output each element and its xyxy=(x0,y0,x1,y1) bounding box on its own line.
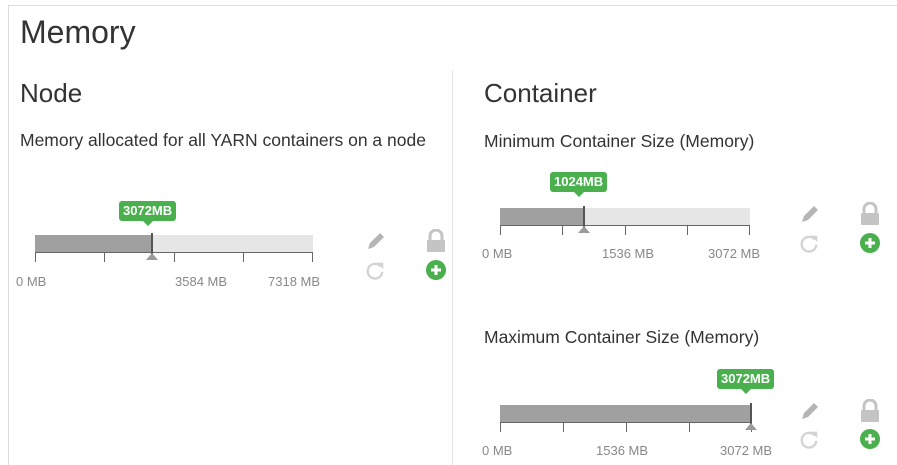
slider-handle[interactable] xyxy=(583,206,585,227)
plus-circle-icon[interactable] xyxy=(425,259,447,281)
node-section-title: Node xyxy=(20,78,83,108)
max-container-label: Maximum Container Size (Memory) xyxy=(484,327,760,347)
slider-value-badge: 3072MB xyxy=(119,201,177,226)
slider-pointer xyxy=(578,226,590,233)
slider-tick xyxy=(104,252,105,262)
refresh-icon[interactable] xyxy=(798,232,820,254)
slider-tick xyxy=(625,225,626,235)
tick-label-min: 0 MB xyxy=(482,246,513,261)
slider-tick xyxy=(563,422,564,432)
container-section-title: Container xyxy=(484,78,597,108)
tick-label-mid: 1536 MB xyxy=(602,246,655,261)
slider-value-badge: 1024MB xyxy=(550,172,608,197)
slider-tick xyxy=(35,252,36,262)
slider-tick xyxy=(689,422,690,432)
slider-tick xyxy=(174,252,175,262)
tick-label-min: 0 MB xyxy=(482,443,513,458)
pencil-icon[interactable] xyxy=(798,399,822,423)
column-divider xyxy=(452,70,453,465)
slider-tick xyxy=(749,225,750,235)
tick-label-max: 3072 MB xyxy=(708,246,761,261)
refresh-icon[interactable] xyxy=(364,259,386,281)
tick-label-mid: 1536 MB xyxy=(596,443,649,458)
tick-label-max: 7318 MB xyxy=(268,274,321,289)
tick-label-mid: 3584 MB xyxy=(175,274,228,289)
slider-fill xyxy=(500,208,584,225)
slider-tick xyxy=(243,252,244,262)
slider-tick xyxy=(312,252,313,262)
lock-icon[interactable] xyxy=(859,399,881,423)
pencil-icon[interactable] xyxy=(364,229,388,253)
node-description: Memory allocated for all YARN containers… xyxy=(20,130,426,150)
slider-tick xyxy=(500,422,501,432)
tick-label-min: 0 MB xyxy=(16,274,47,289)
slider-tick xyxy=(626,422,627,432)
slider-pointer xyxy=(745,423,757,430)
tick-label-max: 3072 MB xyxy=(720,443,773,458)
refresh-icon[interactable] xyxy=(798,428,820,450)
slider-tick xyxy=(562,225,563,235)
slider-pointer xyxy=(146,253,158,260)
slider-value-badge: 3072MB xyxy=(717,369,775,394)
plus-circle-icon[interactable] xyxy=(859,232,881,254)
slider-fill xyxy=(35,235,152,252)
slider-tick xyxy=(500,225,501,235)
page-title: Memory xyxy=(20,14,136,50)
pencil-icon[interactable] xyxy=(798,202,822,226)
slider-tick xyxy=(687,225,688,235)
lock-icon[interactable] xyxy=(425,229,447,253)
min-container-label: Minimum Container Size (Memory) xyxy=(484,131,755,151)
lock-icon[interactable] xyxy=(859,202,881,226)
plus-circle-icon[interactable] xyxy=(859,428,881,450)
slider-fill xyxy=(500,405,752,422)
slider-handle[interactable] xyxy=(750,403,752,424)
slider-handle[interactable] xyxy=(151,233,153,254)
